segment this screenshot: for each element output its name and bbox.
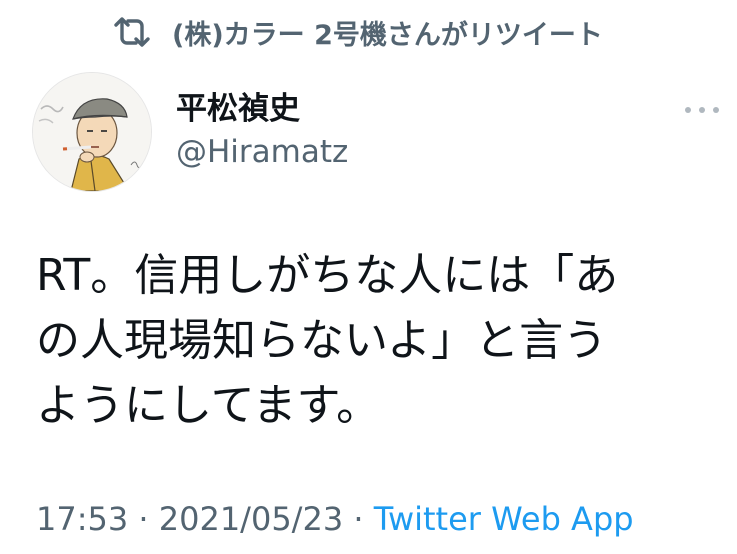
tweet-date[interactable]: 2021/05/23 <box>159 500 343 538</box>
user-handle[interactable]: @Hiramatz <box>176 134 348 170</box>
meta-separator: · <box>128 500 159 538</box>
tweet-text-line: ようにしてます。 <box>36 380 381 431</box>
more-horizontal-icon <box>685 107 719 113</box>
tweet-text-line: の人現場知らないよ」と言う <box>36 315 608 366</box>
tweet-metadata: 17:53 · 2021/05/23 · Twitter Web App <box>36 500 634 538</box>
avatar[interactable] <box>32 72 152 192</box>
tweet-time[interactable]: 17:53 <box>36 500 128 538</box>
tweet-source-link[interactable]: Twitter Web App <box>374 500 634 538</box>
more-options-button[interactable] <box>680 96 724 124</box>
retweet-context[interactable]: (株)カラー 2号機さんがリツイート <box>112 12 603 52</box>
tweet-text-line: RT。信用しがちな人には「あ <box>36 250 619 301</box>
avatar-illustration <box>33 73 151 191</box>
display-name[interactable]: 平松禎史 <box>176 83 300 128</box>
tweet-text: RT。信用しがちな人には「あ の人現場知らないよ」と言う ようにしてます。 <box>36 243 720 438</box>
retweet-icon <box>112 14 152 50</box>
retweet-text: (株)カラー 2号機さんがリツイート <box>172 19 603 51</box>
meta-separator: · <box>343 500 374 538</box>
